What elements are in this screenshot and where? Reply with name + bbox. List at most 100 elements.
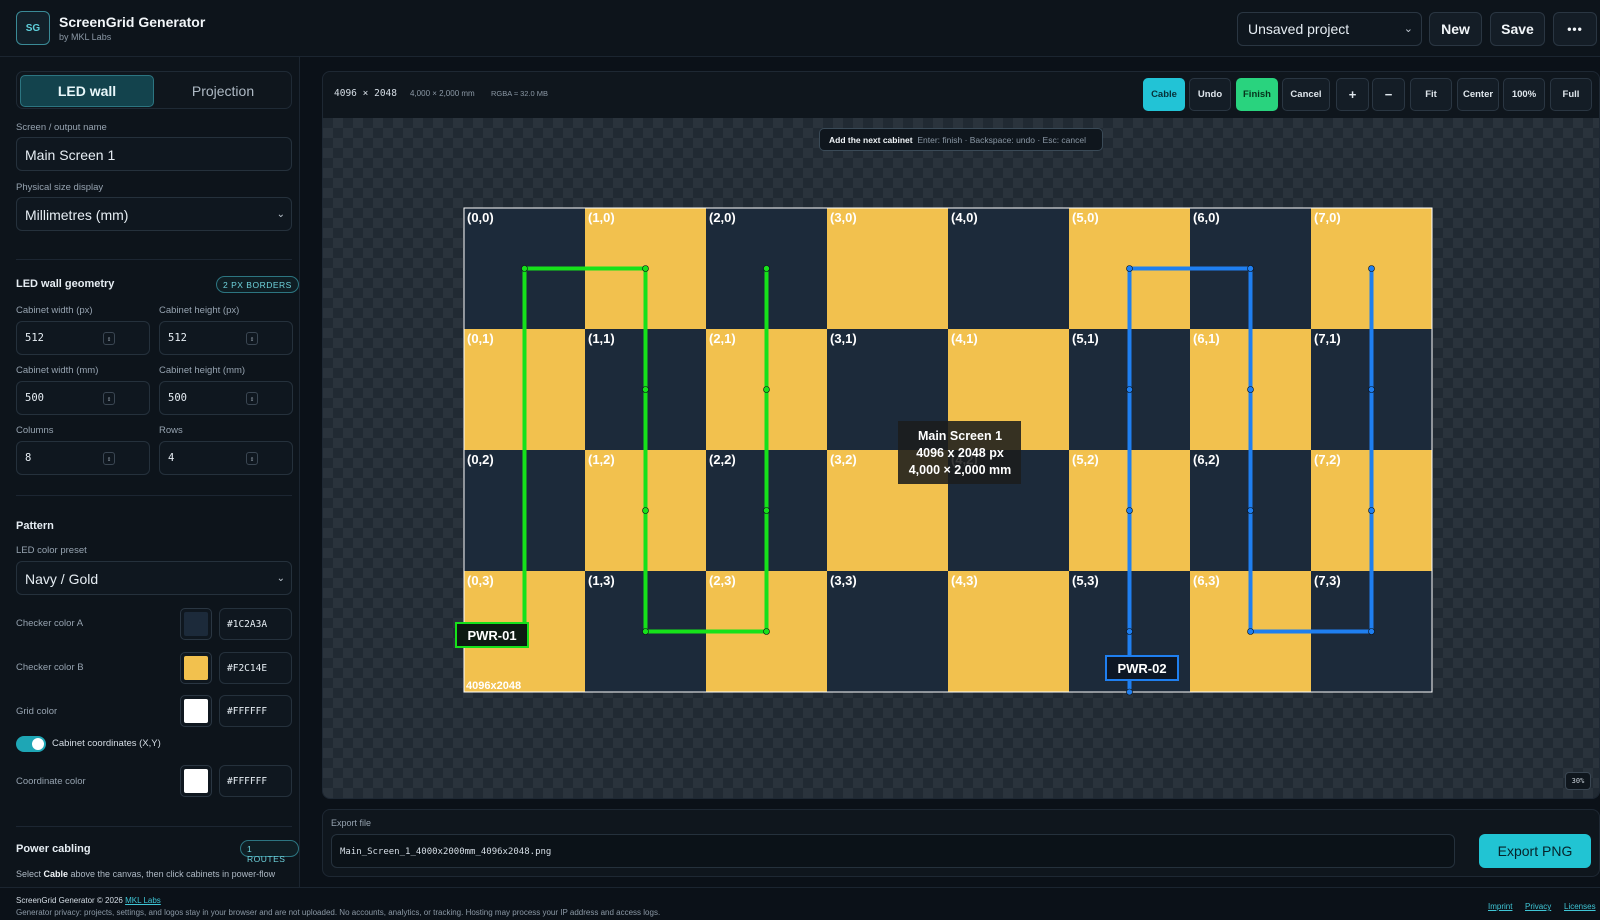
more-options-icon[interactable]: ••• — [1553, 12, 1597, 46]
cabinet-coordinate: (4,0) — [951, 210, 978, 225]
route-node[interactable] — [642, 628, 649, 635]
screen-name-label: Screen / output name — [16, 122, 107, 133]
route-node[interactable] — [642, 507, 649, 514]
power-hint-post: above the canvas, then click cabinets in… — [68, 869, 276, 879]
route-node[interactable] — [763, 628, 770, 635]
cab-width-px-input[interactable]: 512 ⇕ — [16, 321, 150, 355]
cable-button[interactable]: Cable — [1143, 78, 1185, 111]
route-node[interactable] — [1368, 507, 1375, 514]
export-file-label: Export file — [331, 818, 372, 828]
new-button[interactable]: New — [1429, 12, 1482, 46]
canvas-mm-dims: 4,000 × 2,000 mm — [410, 89, 475, 98]
company-link[interactable]: MKL Labs — [125, 896, 161, 905]
checker-a-label: Checker color A — [16, 618, 84, 629]
export-filename-input[interactable]: Main_Screen_1_4000x2000mm_4096x2048.png — [331, 834, 1455, 868]
route-node[interactable] — [1368, 628, 1375, 635]
chevron-down-icon: ⌄ — [276, 573, 285, 584]
export-png-button[interactable]: Export PNG — [1479, 834, 1591, 868]
cabinet-coordinate: (4,3) — [951, 573, 978, 588]
privacy-link[interactable]: Privacy — [1525, 902, 1551, 911]
route-node[interactable] — [1126, 507, 1133, 514]
finish-button[interactable]: Finish — [1236, 78, 1278, 111]
stepper-icon[interactable]: ⇕ — [103, 392, 115, 405]
stepper-icon[interactable]: ⇕ — [246, 332, 258, 345]
route-node[interactable] — [1247, 265, 1254, 272]
zoom-100-button[interactable]: 100% — [1503, 78, 1545, 111]
screen-name-input[interactable]: Main Screen 1 — [16, 137, 292, 171]
stepper-icon[interactable]: ⇕ — [246, 392, 258, 405]
rows-input[interactable]: 4 ⇕ — [159, 441, 293, 475]
route-node[interactable] — [1126, 386, 1133, 393]
route-node[interactable] — [763, 265, 770, 272]
checker-b-swatch[interactable] — [180, 652, 212, 684]
imprint-link[interactable]: Imprint — [1488, 902, 1512, 911]
stepper-icon[interactable]: ⇕ — [103, 452, 115, 465]
checker-b-hex-input[interactable]: #F2C14E — [219, 652, 292, 684]
coord-color-label: Coordinate color — [16, 776, 86, 787]
route-node[interactable] — [1126, 688, 1133, 696]
coord-color-hex-input[interactable]: #FFFFFF — [219, 765, 292, 797]
zoom-out-button[interactable]: − — [1372, 78, 1405, 111]
grid-color-hex-input[interactable]: #FFFFFF — [219, 695, 292, 727]
color-preset-value: Navy / Gold — [25, 571, 99, 587]
canvas-pixel-dims: 4096 × 2048 — [334, 88, 397, 99]
route-node[interactable] — [1368, 265, 1375, 272]
power-title: Power cabling — [16, 843, 91, 855]
zoom-in-button[interactable]: + — [1336, 78, 1369, 111]
preview-canvas[interactable]: Add the next cabinet Enter: finish · Bac… — [323, 118, 1600, 799]
route-node[interactable] — [763, 507, 770, 514]
route-node[interactable] — [1126, 628, 1133, 635]
cancel-button[interactable]: Cancel — [1282, 78, 1330, 111]
licenses-link[interactable]: Licenses — [1564, 902, 1596, 911]
app-subtitle: by MKL Labs — [59, 32, 112, 42]
cab-width-mm-input[interactable]: 500 ⇕ — [16, 381, 150, 415]
cabinet-cell[interactable] — [827, 571, 948, 692]
cabinet-coordinate: (6,2) — [1193, 452, 1220, 467]
project-select[interactable]: Unsaved project ⌄ — [1237, 12, 1422, 46]
dim-height: 2048 — [374, 88, 397, 99]
route-node[interactable] — [642, 386, 649, 393]
grid-color-swatch[interactable] — [180, 695, 212, 727]
route-node[interactable] — [521, 265, 528, 272]
stepper-icon[interactable]: ⇕ — [103, 332, 115, 345]
checker-b-label: Checker color B — [16, 662, 84, 673]
app-title: ScreenGrid Generator — [59, 14, 206, 30]
cab-height-mm-label: Cabinet height (mm) — [159, 365, 246, 376]
led-wall-svg[interactable]: (0,0) (1,0) (2,0) (3,0) (4,0) (5,0) (6,0) (7,0)… — [323, 118, 1600, 799]
route-node[interactable] — [1126, 265, 1133, 272]
cabinet-coordinate: (7,0) — [1314, 210, 1341, 225]
cab-height-px-input[interactable]: 512 ⇕ — [159, 321, 293, 355]
cabinet-cell[interactable] — [827, 208, 948, 329]
route-node[interactable] — [1247, 628, 1254, 635]
cabinet-coordinate: (2,2) — [709, 452, 736, 467]
size-display-value: Millimetres (mm) — [25, 207, 129, 223]
cabinet-cell[interactable] — [948, 571, 1069, 692]
route-node[interactable] — [1247, 386, 1254, 393]
route-node[interactable] — [763, 386, 770, 393]
cabinet-coordinate: (0,3) — [467, 573, 494, 588]
footer: ScreenGrid Generator © 2026 MKL Labs Gen… — [0, 887, 1600, 920]
coord-color-swatch[interactable] — [180, 765, 212, 797]
checker-a-hex-input[interactable]: #1C2A3A — [219, 608, 292, 640]
wall-size-corner-label: 4096x2048 — [466, 680, 521, 692]
cab-height-mm-input[interactable]: 500 ⇕ — [159, 381, 293, 415]
fullscreen-button[interactable]: Full — [1550, 78, 1592, 111]
tab-projection[interactable]: Projection — [156, 75, 290, 107]
route-node[interactable] — [1247, 507, 1254, 514]
columns-input[interactable]: 8 ⇕ — [16, 441, 150, 475]
checker-a-swatch[interactable] — [180, 608, 212, 640]
tab-led-wall[interactable]: LED wall — [20, 75, 154, 107]
coords-toggle[interactable] — [16, 736, 46, 752]
cabinet-coordinate: (1,0) — [588, 210, 615, 225]
size-display-select[interactable]: Millimetres (mm) ⌄ — [16, 197, 292, 231]
route-node[interactable] — [642, 265, 649, 272]
cabinet-cell[interactable] — [948, 208, 1069, 329]
save-button[interactable]: Save — [1490, 12, 1545, 46]
app-logo: SG — [16, 11, 50, 45]
color-preset-select[interactable]: Navy / Gold ⌄ — [16, 561, 292, 595]
undo-button[interactable]: Undo — [1189, 78, 1231, 111]
center-button[interactable]: Center — [1457, 78, 1499, 111]
stepper-icon[interactable]: ⇕ — [246, 452, 258, 465]
route-node[interactable] — [1368, 386, 1375, 393]
fit-button[interactable]: Fit — [1410, 78, 1452, 111]
